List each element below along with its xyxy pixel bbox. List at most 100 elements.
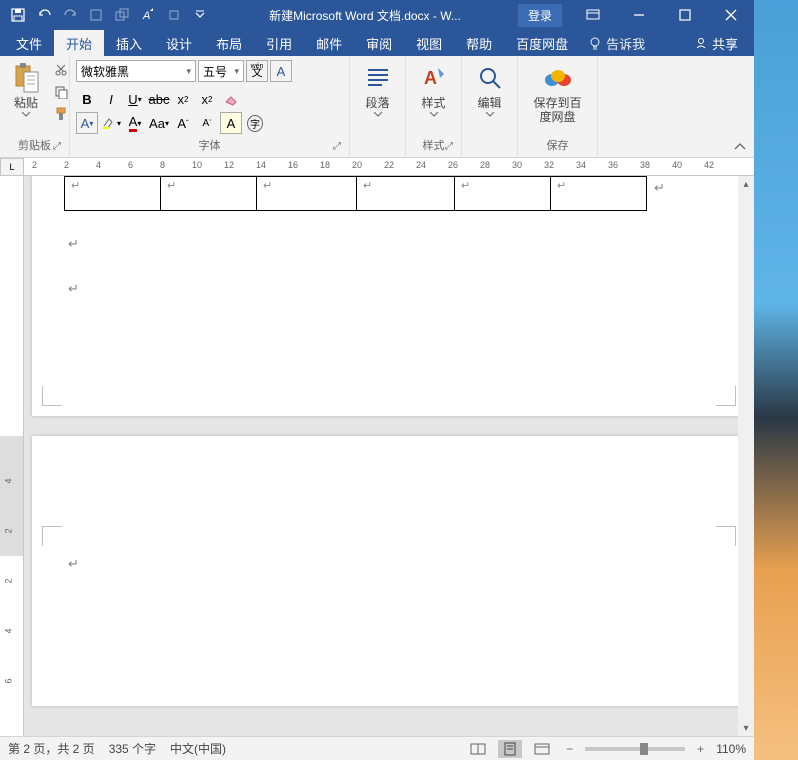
- paragraph-button[interactable]: 段落: [356, 60, 399, 119]
- format-painter-button[interactable]: [50, 104, 72, 124]
- scroll-up-icon[interactable]: ▴: [738, 176, 754, 192]
- clipboard-launcher[interactable]: ⤢: [53, 141, 67, 155]
- lightbulb-icon: [588, 36, 602, 50]
- vertical-ruler[interactable]: 42246: [0, 176, 24, 736]
- undo-icon[interactable]: [32, 3, 56, 27]
- zoom-level[interactable]: 110%: [716, 742, 746, 756]
- tab-review[interactable]: 审阅: [354, 30, 404, 57]
- eraser-icon[interactable]: [220, 88, 242, 110]
- phonetic-guide-button[interactable]: wén文: [246, 60, 268, 82]
- chevron-down-icon: [374, 112, 382, 117]
- vertical-scrollbar[interactable]: ▴ ▾: [738, 176, 754, 736]
- close-icon[interactable]: [708, 0, 754, 30]
- strikethrough-button[interactable]: abc: [148, 88, 170, 110]
- horizontal-ruler[interactable]: 224681012141618202224262830323436384042: [24, 158, 754, 176]
- ruler-corner[interactable]: L: [0, 158, 24, 176]
- scissors-icon: [54, 63, 68, 77]
- maximize-icon[interactable]: [662, 0, 708, 30]
- tab-mail[interactable]: 邮件: [304, 30, 354, 57]
- tab-layout[interactable]: 布局: [204, 30, 254, 57]
- page-icon: [503, 742, 517, 756]
- scroll-down-icon[interactable]: ▾: [738, 720, 754, 736]
- login-button[interactable]: 登录: [518, 4, 562, 27]
- char-shading-button[interactable]: 字: [244, 112, 266, 134]
- web-icon: [534, 743, 550, 755]
- find-icon: [474, 62, 506, 94]
- editing-label: 编辑: [477, 96, 501, 110]
- tab-home[interactable]: 开始: [54, 30, 104, 57]
- paragraph-mark: ↵: [68, 556, 79, 572]
- share-button[interactable]: 共享: [694, 34, 750, 53]
- qat-customize-icon[interactable]: [188, 3, 212, 27]
- styles-icon: A: [418, 62, 450, 94]
- svg-text:A: A: [142, 10, 150, 22]
- tab-references[interactable]: 引用: [254, 30, 304, 57]
- zoom-out-button[interactable]: −: [562, 742, 577, 756]
- qat-btn-1[interactable]: [84, 3, 108, 27]
- italic-button[interactable]: I: [100, 88, 122, 110]
- brush-icon: [54, 107, 68, 121]
- tell-me[interactable]: 告诉我: [588, 34, 645, 53]
- book-icon: [470, 743, 486, 755]
- enclose-char-button[interactable]: A: [220, 112, 242, 134]
- paragraph-mark: ↵: [68, 236, 79, 252]
- styles-button[interactable]: A 样式: [412, 60, 455, 119]
- minimize-icon[interactable]: [616, 0, 662, 30]
- language-status[interactable]: 中文(中国): [170, 740, 226, 757]
- chevron-down-icon: [486, 112, 494, 117]
- tab-help[interactable]: 帮助: [454, 30, 504, 57]
- styles-launcher[interactable]: ⤢: [445, 141, 459, 155]
- font-size-select[interactable]: 五号▾: [198, 60, 244, 82]
- baidu-save-button[interactable]: 保存到百度网盘: [524, 60, 591, 127]
- tab-file[interactable]: 文件: [4, 30, 54, 57]
- font-launcher[interactable]: ⤢: [333, 141, 347, 155]
- status-bar: 第 2 页，共 2 页 335 个字 中文(中国) − + 110%: [0, 736, 754, 760]
- document-area: 42246 ↵↵↵↵↵↵ ↵ ↵ ↵ ↵ ▴ ▾: [0, 176, 754, 736]
- font-name-select[interactable]: 微软雅黑▾: [76, 60, 196, 82]
- highlight-button[interactable]: ▾: [100, 112, 122, 134]
- paragraph-icon: [362, 62, 394, 94]
- underline-button[interactable]: U▾: [124, 88, 146, 110]
- subscript-button[interactable]: x2: [172, 88, 194, 110]
- tab-baidu[interactable]: 百度网盘: [504, 30, 580, 57]
- read-mode-button[interactable]: [466, 740, 490, 758]
- cut-button[interactable]: [50, 60, 72, 80]
- editing-button[interactable]: 编辑: [468, 60, 511, 119]
- qat-btn-3[interactable]: A: [136, 3, 160, 27]
- web-layout-button[interactable]: [530, 740, 554, 758]
- change-case-button[interactable]: Aa▾: [148, 112, 170, 134]
- char-border-button[interactable]: A: [270, 60, 292, 82]
- word-count[interactable]: 335 个字: [109, 740, 156, 757]
- cloud-icon: [542, 62, 574, 94]
- grow-font-button[interactable]: Aˆ: [172, 112, 194, 134]
- zoom-slider[interactable]: [585, 747, 685, 751]
- qat-btn-2[interactable]: [110, 3, 134, 27]
- page-status[interactable]: 第 2 页，共 2 页: [8, 740, 95, 757]
- collapse-ribbon-icon[interactable]: [730, 139, 750, 155]
- copy-button[interactable]: [50, 82, 72, 102]
- save-group-label: 保存: [524, 137, 591, 155]
- tell-me-label: 告诉我: [606, 34, 645, 53]
- text-effects-button[interactable]: A▾: [76, 112, 98, 134]
- tab-insert[interactable]: 插入: [104, 30, 154, 57]
- shrink-font-button[interactable]: Aˇ: [196, 112, 218, 134]
- page-2[interactable]: ↵: [32, 436, 746, 706]
- ribbon-options-icon[interactable]: [570, 0, 616, 30]
- tab-view[interactable]: 视图: [404, 30, 454, 57]
- redo-icon[interactable]: [58, 3, 82, 27]
- font-name-value: 微软雅黑: [81, 63, 129, 80]
- save-icon[interactable]: [6, 3, 30, 27]
- zoom-thumb[interactable]: [640, 743, 648, 755]
- superscript-button[interactable]: x2: [196, 88, 218, 110]
- font-color-button[interactable]: A▾: [124, 112, 146, 134]
- qat-btn-4[interactable]: [162, 3, 186, 27]
- menu-bar: 文件 开始 插入 设计 布局 引用 邮件 审阅 视图 帮助 百度网盘 告诉我 共…: [0, 30, 754, 56]
- zoom-in-button[interactable]: +: [693, 742, 708, 756]
- paste-button[interactable]: 粘贴: [6, 60, 46, 119]
- print-layout-button[interactable]: [498, 740, 522, 758]
- bold-button[interactable]: B: [76, 88, 98, 110]
- tab-design[interactable]: 设计: [154, 30, 204, 57]
- page-1[interactable]: ↵↵↵↵↵↵ ↵ ↵ ↵: [32, 176, 746, 416]
- paragraph-mark: ↵: [68, 281, 79, 297]
- document-table[interactable]: ↵↵↵↵↵↵: [64, 176, 647, 211]
